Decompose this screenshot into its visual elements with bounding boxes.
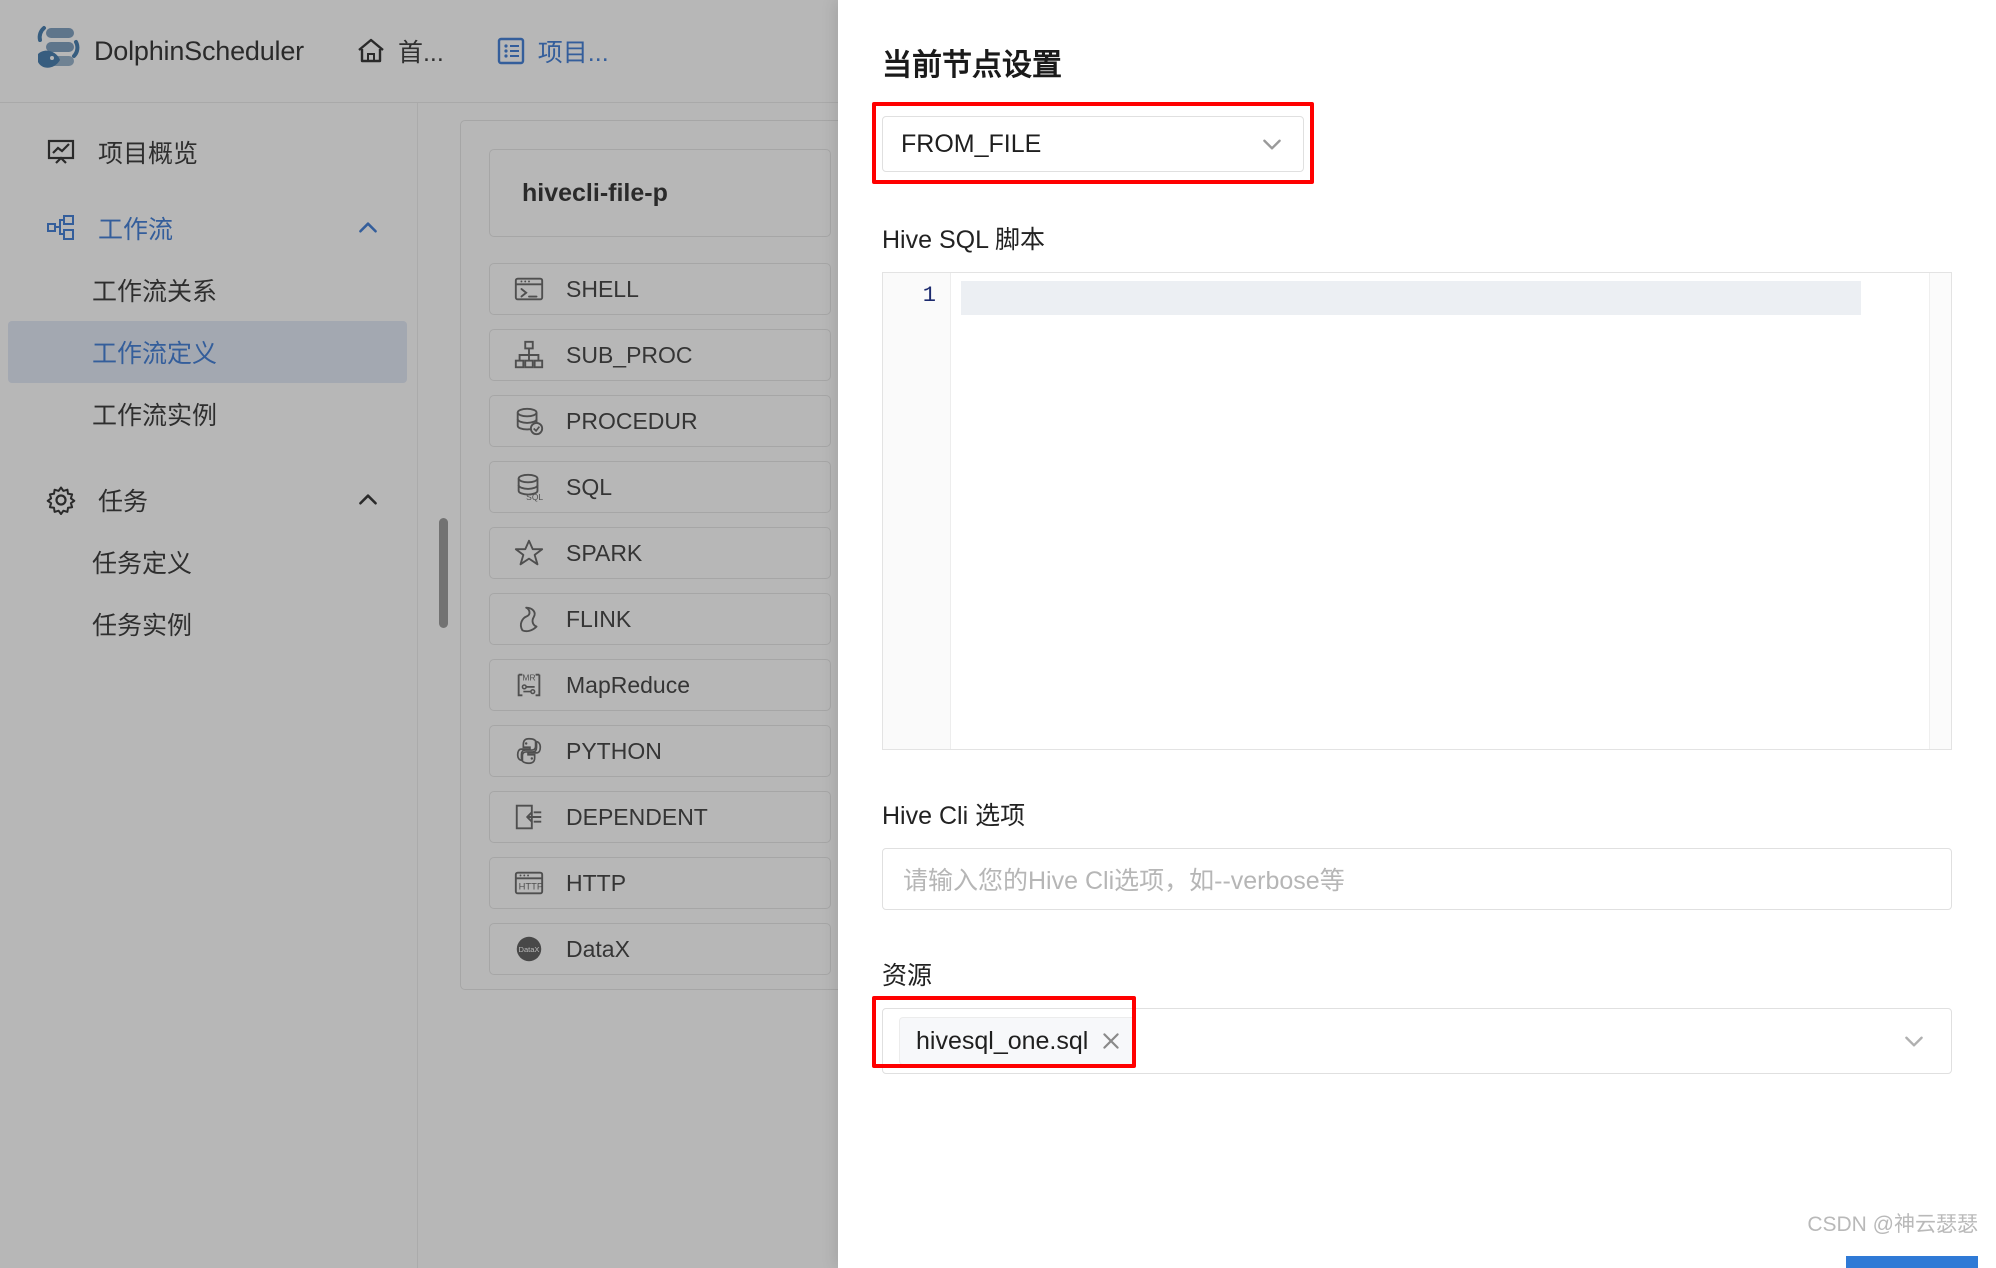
overview-icon: [46, 137, 76, 167]
task-type-sql[interactable]: SQL SQL: [489, 461, 831, 513]
hive-cli-options-input[interactable]: 请输入您的Hive Cli选项，如--verbose等: [882, 848, 1952, 910]
sidebar-item-label: 任务定义: [92, 550, 193, 578]
resources-field-label: 资源: [882, 962, 933, 990]
task-type-label: PYTHON: [566, 737, 662, 764]
procedure-icon: [512, 404, 546, 438]
nav-item-projects[interactable]: 项目...: [496, 33, 609, 69]
sidebar-nav: 项目概览 工作流 工作流关系 工作流定义 工作流实例 任务 任务定义 任务实例: [0, 103, 418, 1268]
gear-icon: [46, 485, 76, 515]
resources-select[interactable]: hivesql_one.sql: [882, 1008, 1952, 1074]
resource-tag-label: hivesql_one.sql: [916, 1026, 1089, 1055]
svg-text:MR: MR: [522, 672, 535, 682]
sidebar-item-workflow[interactable]: 工作流: [0, 197, 417, 259]
chevron-up-icon[interactable]: [355, 215, 381, 241]
dependent-icon: [512, 800, 546, 834]
mapreduce-icon: MR: [512, 668, 546, 702]
task-type-label: MapReduce: [566, 671, 691, 698]
sidebar-item-project-overview[interactable]: 项目概览: [0, 121, 417, 183]
task-type-http[interactable]: HTTP HTTP: [489, 857, 831, 909]
task-type-label: DataX: [566, 935, 630, 962]
task-type-flink[interactable]: FLINK: [489, 593, 831, 645]
list-icon: [496, 36, 526, 66]
sidebar-item-label: 工作流关系: [92, 278, 218, 306]
sidebar-item-label: 工作流实例: [92, 402, 218, 430]
task-type-procedure[interactable]: PROCEDUR: [489, 395, 831, 447]
source-type-value: FROM_FILE: [901, 129, 1042, 158]
workflow-name-label: hivecli-file-p: [522, 178, 668, 207]
nav-item-home-label: 首...: [397, 39, 444, 67]
sidebar-item-label: 任务实例: [92, 612, 193, 640]
flink-icon: [512, 602, 546, 636]
task-type-label: DEPENDENT: [566, 803, 708, 830]
sidebar-item-label: 工作流定义: [92, 340, 218, 368]
svg-text:DataX: DataX: [519, 945, 540, 954]
editor-code-area[interactable]: [951, 273, 1951, 749]
drawer-title: 当前节点设置: [882, 49, 1062, 82]
sidebar-item-task-definition[interactable]: 任务定义: [0, 531, 417, 593]
sub-process-icon: [512, 338, 546, 372]
task-type-shell[interactable]: SHELL: [489, 263, 831, 315]
workflow-icon: [46, 213, 76, 243]
task-type-datax[interactable]: DataX DataX: [489, 923, 831, 975]
nav-item-home[interactable]: 首...: [356, 33, 444, 69]
workflow-name-card[interactable]: hivecli-file-p: [489, 149, 831, 237]
dolphinscheduler-logo-icon: [26, 20, 88, 82]
task-type-sub-process[interactable]: SUB_PROC: [489, 329, 831, 381]
http-icon: HTTP: [512, 866, 546, 900]
sql-icon: SQL: [512, 470, 546, 504]
sidebar-item-label: 项目概览: [98, 140, 199, 168]
bottom-blue-strip: [1846, 1256, 1978, 1268]
task-type-label: SHELL: [566, 275, 639, 302]
resource-tag[interactable]: hivesql_one.sql: [899, 1017, 1136, 1065]
sidebar-item-label: 工作流: [98, 216, 174, 244]
chevron-up-icon[interactable]: [355, 487, 381, 513]
cli-options-field-label: Hive Cli 选项: [882, 802, 1026, 830]
editor-line-numbers: 1: [883, 273, 951, 749]
nav-item-projects-label: 项目...: [537, 39, 609, 67]
close-icon[interactable]: [1100, 1030, 1122, 1052]
csdn-watermark: CSDN @神云瑟瑟: [1807, 1213, 1978, 1236]
canvas-scrollbar[interactable]: [439, 518, 448, 628]
source-type-select-wrapper: FROM_FILE: [872, 102, 1952, 184]
terminal-icon: [512, 272, 546, 306]
task-type-label: FLINK: [566, 605, 632, 632]
svg-text:SQL: SQL: [526, 492, 543, 502]
hive-cli-options-placeholder: 请输入您的Hive Cli选项，如--verbose等: [903, 867, 1345, 895]
svg-text:HTTP: HTTP: [519, 881, 544, 892]
sidebar-item-task[interactable]: 任务: [0, 469, 417, 531]
sidebar-item-workflow-instance[interactable]: 工作流实例: [0, 383, 417, 445]
hive-sql-script-editor[interactable]: 1: [882, 272, 1952, 750]
chevron-down-icon[interactable]: [1901, 1028, 1935, 1054]
editor-vertical-scrollbar[interactable]: [1929, 273, 1951, 749]
sidebar-item-label: 任务: [98, 488, 149, 516]
spark-icon: [512, 536, 546, 570]
brand-logo[interactable]: DolphinScheduler: [26, 20, 304, 82]
sidebar-item-task-instance[interactable]: 任务实例: [0, 593, 417, 655]
task-type-label: SQL: [566, 473, 613, 500]
task-type-label: SUB_PROC: [566, 341, 693, 368]
task-type-label: PROCEDUR: [566, 407, 698, 434]
resources-select-wrapper: hivesql_one.sql: [872, 996, 1952, 1074]
top-header-bar: DolphinScheduler 首... 项目...: [0, 0, 838, 103]
source-type-select[interactable]: FROM_FILE: [882, 116, 1304, 172]
sidebar-item-workflow-relation[interactable]: 工作流关系: [0, 259, 417, 321]
task-type-label: HTTP: [566, 869, 627, 896]
datax-icon: DataX: [512, 932, 546, 966]
sidebar-item-workflow-definition[interactable]: 工作流定义: [8, 321, 407, 383]
task-type-label: SPARK: [566, 539, 643, 566]
task-type-mapreduce[interactable]: MR MapReduce: [489, 659, 831, 711]
script-field-label: Hive SQL 脚本: [882, 226, 1046, 254]
task-type-dependent[interactable]: DEPENDENT: [489, 791, 831, 843]
task-type-spark[interactable]: SPARK: [489, 527, 831, 579]
task-type-python[interactable]: PYTHON: [489, 725, 831, 777]
python-icon: [512, 734, 546, 768]
task-type-palette: hivecli-file-p SHELL SUB_PROC PROCEDUR S…: [460, 120, 860, 990]
brand-name: DolphinScheduler: [94, 35, 304, 66]
node-settings-drawer: 当前节点设置 FROM_FILE Hive SQL 脚本 1 Hive Cli …: [838, 0, 1996, 1268]
home-icon: [356, 36, 386, 66]
workflow-canvas-area: hivecli-file-p SHELL SUB_PROC PROCEDUR S…: [419, 103, 860, 1268]
editor-active-line: [961, 281, 1861, 315]
chevron-down-icon[interactable]: [1259, 131, 1285, 157]
